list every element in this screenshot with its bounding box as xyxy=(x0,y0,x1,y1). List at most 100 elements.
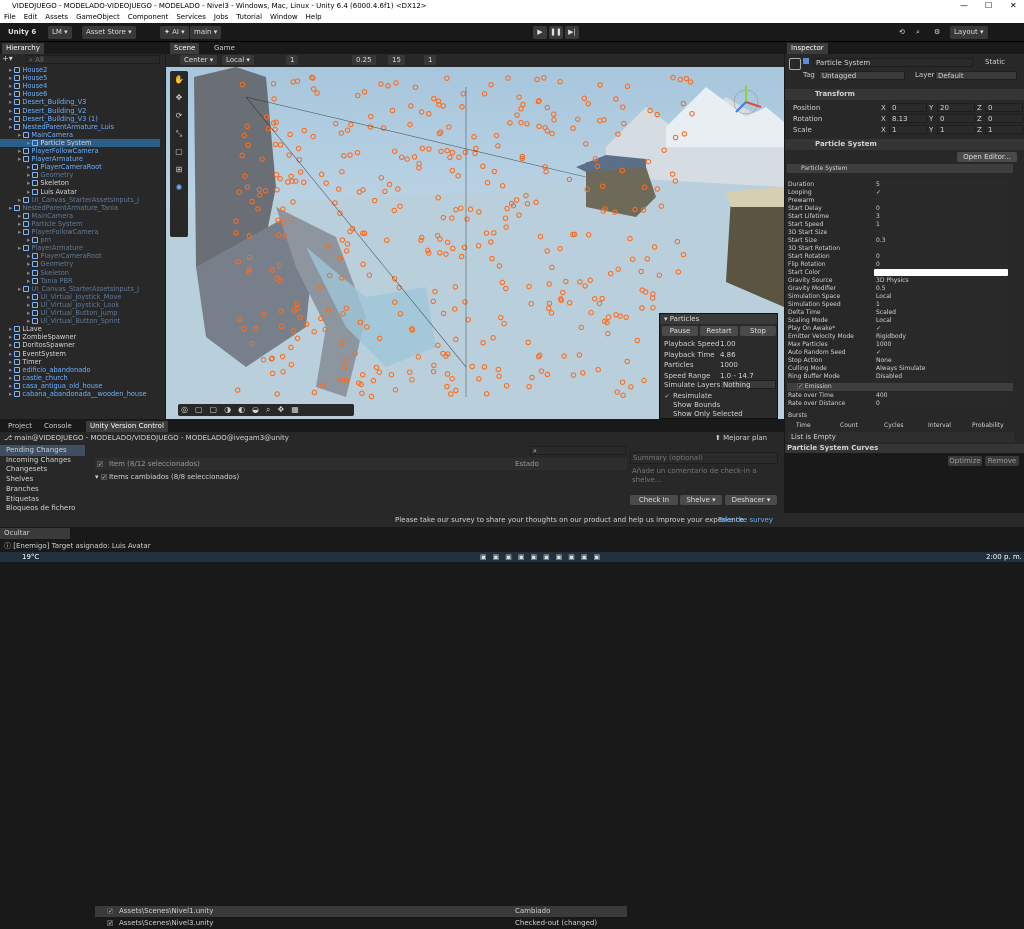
group-checkbox[interactable]: ✓ xyxy=(100,474,107,481)
hierarchy-item[interactable]: ▸ LLave xyxy=(0,325,160,333)
add-icon[interactable]: +▾ xyxy=(2,55,16,63)
hierarchy-item[interactable]: ▸ UI_Canvas_StarterAssetsInputs_J xyxy=(0,196,160,204)
property-value[interactable]: Always Simulate xyxy=(874,365,1008,372)
close-button[interactable]: ✕ xyxy=(1010,0,1017,12)
branch-button[interactable]: main ▾ xyxy=(190,26,222,39)
hierarchy-item[interactable]: ▸ House5 xyxy=(0,74,160,82)
hierarchy-item[interactable]: ▸ NestedParentArmature_Luis xyxy=(0,123,160,131)
main-module-header[interactable]: Particle System xyxy=(787,164,1013,173)
hierarchy-item[interactable]: ▸ House2 xyxy=(0,66,160,74)
menu-item[interactable]: Window xyxy=(270,13,298,21)
vc-file-row[interactable]: ✓ Assets\Scenes\Nivel1.unity Cambiado xyxy=(95,906,627,917)
scale-tool-icon[interactable]: ⤡ xyxy=(170,125,188,143)
remove-button[interactable]: Remove xyxy=(985,456,1019,466)
menu-item[interactable]: Assets xyxy=(45,13,68,21)
rotate-tool-icon[interactable]: ⟳ xyxy=(170,107,188,125)
shelve-button[interactable]: Shelve ▾ xyxy=(680,495,722,505)
unity-version-label[interactable]: Unity 6 xyxy=(4,26,40,39)
transform-tool-icon[interactable]: ⊞ xyxy=(170,161,188,179)
static-toggle[interactable]: Static xyxy=(985,58,1005,67)
restart-button[interactable]: Restart xyxy=(700,326,738,336)
hierarchy-item[interactable]: ▸ casa_antigua_old_house xyxy=(0,382,160,390)
hierarchy-item[interactable]: ▸ House4 xyxy=(0,82,160,90)
option-checkbox[interactable] xyxy=(664,410,670,416)
view-tool-icon[interactable]: ✋ xyxy=(170,71,188,89)
transform-position-y-field[interactable]: 20 xyxy=(937,103,975,112)
move-tool-icon[interactable]: ✥ xyxy=(170,89,188,107)
property-value[interactable]: ✓ xyxy=(874,349,1008,356)
hierarchy-item[interactable]: ▸ NestedParentArmature_Tania xyxy=(0,204,160,212)
tab-inspector[interactable]: Inspector xyxy=(787,43,828,54)
hierarchy-item[interactable]: ▸ UI_Virtual_Joystick_Look xyxy=(0,301,160,309)
property-value[interactable]: 1 xyxy=(874,301,1008,308)
hierarchy-item[interactable]: ▸ PlayerCameraRoot xyxy=(0,252,160,260)
menu-item[interactable]: File xyxy=(4,13,16,21)
transform-header[interactable]: Transform xyxy=(785,89,1024,100)
simulate-layers-dropdown[interactable]: Nothing xyxy=(720,380,776,389)
hierarchy-item[interactable]: ▸ Particle System xyxy=(0,220,160,228)
property-value[interactable]: Scaled xyxy=(874,309,1008,316)
hierarchy-item[interactable]: ▸ Desert_Building_V2 xyxy=(0,107,160,115)
bottom-tab[interactable]: Unity Version Control xyxy=(86,421,168,432)
hierarchy-item[interactable]: ▸ UI_Virtual_Button_Jump xyxy=(0,309,160,317)
tag-dropdown[interactable]: Untagged xyxy=(819,71,905,80)
hierarchy-item[interactable]: ▸ pm xyxy=(0,236,160,244)
property-value[interactable]: 0.3 xyxy=(874,237,1008,244)
menu-item[interactable]: GameObject xyxy=(76,13,120,21)
transform-scale-y-field[interactable]: 1 xyxy=(937,125,975,134)
hierarchy-item[interactable]: ▸ Timer xyxy=(0,358,160,366)
vc-group-row[interactable]: ▾ ✓ Items cambiados (8/8 seleccionados) xyxy=(95,472,627,483)
particle-system-header[interactable]: Particle System xyxy=(785,139,1024,150)
property-value[interactable] xyxy=(874,197,1008,204)
tab-hierarchy[interactable]: Hierarchy xyxy=(2,43,44,54)
check-in-button[interactable]: Check In xyxy=(630,495,678,505)
hierarchy-item[interactable]: ▸ edificio_abandonado xyxy=(0,366,160,374)
vc-search-input[interactable]: ⌕ xyxy=(530,446,626,455)
hierarchy-item[interactable]: ▸ Geometry xyxy=(0,260,160,268)
hierarchy-item[interactable]: ▸ House6 xyxy=(0,90,160,98)
file-checkbox[interactable]: ✓ xyxy=(107,908,113,915)
ai-button[interactable]: ✦ AI ▾ xyxy=(160,26,189,39)
menu-item[interactable]: Help xyxy=(306,13,322,21)
property-value[interactable] xyxy=(874,269,1008,276)
bottom-tab[interactable]: Project xyxy=(4,421,36,432)
property-value[interactable]: None xyxy=(874,357,1008,364)
hierarchy-item[interactable]: ▸ castle_church xyxy=(0,374,160,382)
hierarchy-item[interactable]: ▸ cabana_abandonada__wooden_house xyxy=(0,390,160,398)
hierarchy-item[interactable]: ▸ Desert_Building_V3 xyxy=(0,98,160,106)
select-all-checkbox[interactable]: ✓ xyxy=(97,461,103,468)
hierarchy-search-input[interactable]: ⌕ All xyxy=(26,55,160,64)
layout-dropdown[interactable]: Layout ▾ xyxy=(950,26,988,39)
space-dropdown[interactable]: Local ▾ xyxy=(222,55,254,65)
settings-icon[interactable]: ⚙ xyxy=(930,26,944,39)
hierarchy-item[interactable]: ▸ MainCamera xyxy=(0,212,160,220)
emission-checkbox[interactable]: ✓ xyxy=(797,383,803,390)
hierarchy-item[interactable]: ▸ UI_Canvas_StarterAssetsInputs_J xyxy=(0,285,160,293)
tab-game[interactable]: Game xyxy=(210,43,239,54)
undo-button[interactable]: Deshacer ▾ xyxy=(725,495,777,505)
menu-item[interactable]: Tutorial xyxy=(236,13,262,21)
hide-notification-button[interactable]: Ocultar Notificación xyxy=(0,528,70,548)
angle-field[interactable]: 15 xyxy=(388,55,405,65)
property-value[interactable]: ✓ xyxy=(874,189,1008,196)
upgrade-plan-link[interactable]: ⬆ Mejorar plan xyxy=(715,434,767,443)
particles-option[interactable]: Show Bounds xyxy=(664,401,720,410)
hierarchy-item[interactable]: ▸ Geometry xyxy=(0,171,160,179)
account-button[interactable]: LM ▾ xyxy=(48,26,72,39)
property-value[interactable]: 1000 xyxy=(874,341,1008,348)
option-checkbox[interactable] xyxy=(664,401,670,407)
hierarchy-item[interactable]: ▸ PlayerArmature xyxy=(0,244,160,252)
property-value[interactable]: 3D Physics xyxy=(874,277,1008,284)
property-value[interactable]: 0 xyxy=(874,261,1008,268)
emission-module-header[interactable]: ✓ Emission xyxy=(787,383,1013,391)
menu-item[interactable]: Component xyxy=(128,13,169,21)
transform-position-x-field[interactable]: 0 xyxy=(889,103,927,112)
bottom-tab[interactable]: Console xyxy=(40,421,76,432)
pivot-dropdown[interactable]: Center ▾ xyxy=(180,55,218,65)
hierarchy-item[interactable]: ▸ Tania PBR xyxy=(0,277,160,285)
scale-snap-field[interactable]: 1 xyxy=(424,55,437,65)
particles-option[interactable]: ✓ Resimulate xyxy=(664,392,712,401)
hierarchy-item[interactable]: ▸ PlayerFollowCamera xyxy=(0,147,160,155)
transform-rotation-y-field[interactable]: 0 xyxy=(937,114,975,123)
hierarchy-item[interactable]: ▸ Skeleton xyxy=(0,179,160,187)
